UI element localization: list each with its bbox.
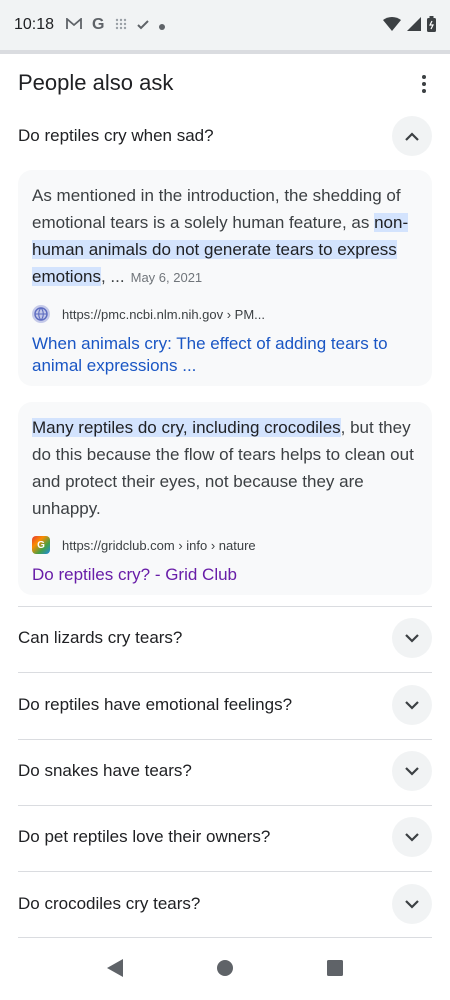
question-text: Do pet reptiles love their owners? — [18, 827, 271, 846]
home-icon[interactable] — [217, 959, 233, 981]
divider — [18, 606, 432, 607]
source-link[interactable]: Do reptiles cry? - Grid Club — [32, 564, 418, 586]
status-time: 10:18 — [14, 16, 55, 33]
status-bar-divider — [0, 50, 450, 54]
divider — [18, 871, 432, 872]
recents-icon[interactable] — [327, 959, 343, 981]
expand-button[interactable] — [392, 685, 432, 725]
section-title: People also ask — [18, 70, 174, 95]
source-line[interactable]: G https://gridclub.com › info › nature — [32, 536, 418, 554]
divider — [18, 739, 432, 740]
expand-button[interactable] — [392, 751, 432, 791]
chevron-up-icon — [405, 131, 419, 141]
grid-icon — [115, 17, 127, 33]
question-row[interactable]: Do pet reptiles love their owners? — [18, 817, 432, 857]
google-icon: G — [92, 16, 105, 33]
question-row[interactable]: Do reptiles have emotional feelings? — [18, 685, 432, 725]
wifi-icon — [383, 17, 401, 36]
question-row[interactable]: Do snakes have tears? — [18, 751, 432, 791]
source-line[interactable]: https://pmc.ncbi.nlm.nih.gov › PM... — [32, 305, 418, 323]
question-text: Do reptiles cry when sad? — [18, 126, 214, 145]
source-url: https://pmc.ncbi.nlm.nih.gov › PM... — [62, 306, 266, 322]
divider — [18, 672, 432, 673]
battery-icon — [427, 16, 436, 37]
back-icon[interactable] — [107, 958, 123, 982]
answer-card: Many reptiles do cry, including crocodil… — [18, 402, 432, 595]
collapse-button[interactable] — [392, 116, 432, 156]
chevron-down-icon — [405, 832, 419, 842]
status-bar: 10:18 G — [0, 0, 450, 50]
expand-button[interactable] — [392, 884, 432, 924]
source-url: https://gridclub.com › info › nature — [62, 537, 256, 553]
system-nav-bar — [0, 940, 450, 1000]
expand-button[interactable] — [392, 618, 432, 658]
divider — [18, 937, 432, 938]
answer-snippet: As mentioned in the introduction, the sh… — [32, 186, 409, 286]
question-text: Do reptiles have emotional feelings? — [18, 695, 293, 714]
expand-button[interactable] — [392, 817, 432, 857]
question-text: Do snakes have tears? — [18, 761, 192, 780]
globe-icon — [32, 305, 50, 323]
question-row-expanded[interactable]: Do reptiles cry when sad? — [18, 116, 432, 156]
answer-highlight: Many reptiles do cry, including crocodil… — [32, 418, 341, 437]
answer-date: May 6, 2021 — [130, 270, 203, 285]
chevron-down-icon — [405, 700, 419, 710]
gridclub-logo-icon: G — [32, 536, 50, 554]
question-row[interactable]: Do crocodiles cry tears? — [18, 884, 432, 924]
gmail-icon — [66, 17, 82, 33]
chevron-down-icon — [405, 899, 419, 909]
divider — [18, 805, 432, 806]
more-options-icon[interactable] — [408, 68, 440, 100]
question-row[interactable]: Can lizards cry tears? — [18, 618, 432, 658]
dot-icon — [158, 17, 165, 33]
question-text: Can lizards cry tears? — [18, 628, 183, 647]
chevron-down-icon — [405, 633, 419, 643]
answer-card: As mentioned in the introduction, the sh… — [18, 170, 432, 386]
chevron-down-icon — [405, 766, 419, 776]
source-link[interactable]: When animals cry: The effect of adding t… — [32, 333, 418, 377]
signal-icon — [407, 17, 421, 36]
answer-snippet: Many reptiles do cry, including crocodil… — [32, 418, 414, 518]
question-text: Do crocodiles cry tears? — [18, 894, 201, 913]
check-icon — [136, 17, 149, 33]
